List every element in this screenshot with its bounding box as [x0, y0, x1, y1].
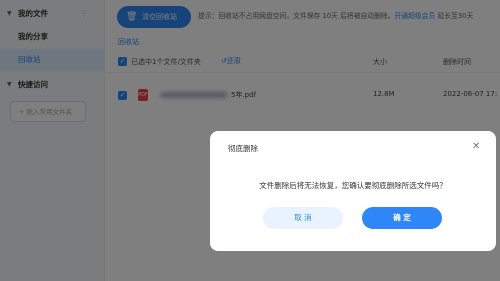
- confirm-delete-dialog: 彻底删除 ✕ 文件删除后将无法恢复，您确认要彻底删除所选文件吗？ 取 消 确 定: [210, 131, 496, 251]
- dialog-message: 文件删除后将无法恢复，您确认要彻底删除所选文件吗？: [259, 181, 447, 190]
- cancel-button[interactable]: 取 消: [263, 207, 343, 229]
- dialog-title: 彻底删除: [228, 144, 258, 153]
- close-icon[interactable]: ✕: [472, 141, 480, 152]
- confirm-button[interactable]: 确 定: [362, 207, 442, 229]
